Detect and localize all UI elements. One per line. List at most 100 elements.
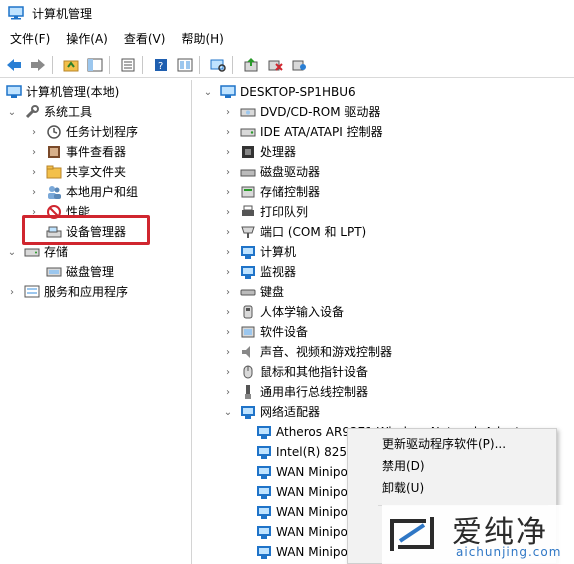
chevron-right-icon[interactable]: › (222, 126, 234, 138)
chevron-right-icon[interactable]: › (222, 286, 234, 298)
uninstall-device-icon[interactable] (289, 55, 309, 75)
event-viewer-icon (46, 144, 62, 160)
device-category[interactable]: › 鼠标和其他指针设备 (222, 362, 368, 382)
show-scope-icon[interactable] (175, 55, 195, 75)
network-adapter-item[interactable]: Intel(R) 8256 (256, 442, 355, 462)
users-icon (46, 184, 62, 200)
network-adapter-icon (240, 404, 256, 420)
port-icon (240, 224, 256, 240)
network-adapter-item[interactable]: WAN Minipo (256, 482, 348, 502)
device-category-label: 监视器 (260, 265, 297, 279)
computer-icon (240, 244, 256, 260)
chevron-right-icon[interactable]: › (222, 366, 234, 378)
device-category[interactable]: › 端口 (COM 和 LPT) (222, 222, 366, 242)
tree-item-task-scheduler[interactable]: › 任务计划程序 (28, 122, 138, 142)
chevron-right-icon[interactable]: › (222, 246, 234, 258)
tree-root-computer[interactable]: ⌄ DESKTOP-SP1HBU6 (202, 82, 356, 102)
chevron-down-icon[interactable]: ⌄ (222, 406, 234, 418)
device-category[interactable]: › 打印队列 (222, 202, 308, 222)
context-disable[interactable]: 禁用(D) (382, 455, 425, 477)
back-arrow-icon[interactable] (4, 55, 24, 75)
chevron-right-icon[interactable]: › (222, 166, 234, 178)
chevron-down-icon[interactable]: ⌄ (6, 246, 18, 258)
device-category[interactable]: › 磁盘驱动器 (222, 162, 320, 182)
forward-arrow-icon[interactable] (28, 55, 48, 75)
chevron-right-icon[interactable]: › (222, 346, 234, 358)
printer-icon (240, 204, 256, 220)
network-adapter-item[interactable]: WAN Minipo (256, 462, 348, 482)
dvd-drive-icon (240, 104, 256, 120)
tree-item-services-applications[interactable]: › 服务和应用程序 (6, 282, 128, 302)
tree-item-event-viewer[interactable]: › 事件查看器 (28, 142, 126, 162)
device-category-label: 存储控制器 (260, 185, 321, 199)
device-category[interactable]: › 计算机 (222, 242, 296, 262)
menu-help[interactable]: 帮助(H) (173, 28, 231, 50)
chevron-down-icon[interactable]: ⌄ (6, 106, 18, 118)
device-category[interactable]: › 处理器 (222, 142, 296, 162)
chevron-right-icon[interactable]: › (28, 166, 40, 178)
chevron-right-icon[interactable]: › (222, 266, 234, 278)
device-category[interactable]: › IDE ATA/ATAPI 控制器 (222, 122, 383, 142)
network-adapter-icon (256, 544, 272, 560)
watermark: 爱纯净 aichunjing.com (382, 505, 574, 564)
chevron-right-icon[interactable]: › (28, 186, 40, 198)
tree-item-label: 服务和应用程序 (44, 285, 129, 299)
device-category-network-adapters[interactable]: ⌄ 网络适配器 (222, 402, 320, 422)
computer-icon (220, 84, 236, 100)
chevron-right-icon[interactable]: › (222, 306, 234, 318)
device-category[interactable]: › DVD/CD-ROM 驱动器 (222, 102, 380, 122)
menu-action[interactable]: 操作(A) (58, 28, 116, 50)
chevron-right-icon[interactable]: › (222, 146, 234, 158)
network-adapter-item[interactable]: WAN Minipo (256, 542, 348, 562)
tree-item-system-tools[interactable]: ⌄ 系统工具 (6, 102, 92, 122)
chevron-right-icon[interactable]: › (222, 326, 234, 338)
help-icon[interactable]: ? (151, 55, 171, 75)
storage-controller-icon (240, 184, 256, 200)
up-folder-icon[interactable] (61, 55, 81, 75)
toolbar-separator (232, 55, 233, 74)
chevron-right-icon[interactable]: › (222, 386, 234, 398)
tree-item-storage[interactable]: ⌄ 存储 (6, 242, 68, 262)
menu-file[interactable]: 文件(F) (0, 28, 58, 50)
chevron-right-icon[interactable]: › (222, 106, 234, 118)
chevron-right-icon[interactable]: › (28, 126, 40, 138)
network-adapter-item[interactable]: WAN Minipo (256, 502, 348, 522)
device-category[interactable]: › 监视器 (222, 262, 296, 282)
context-uninstall[interactable]: 卸载(U) (382, 477, 424, 499)
network-adapter-label: WAN Minipo (276, 465, 348, 479)
chevron-right-icon[interactable]: › (222, 226, 234, 238)
chevron-down-icon[interactable]: ⌄ (202, 86, 214, 98)
device-category[interactable]: › 人体学输入设备 (222, 302, 344, 322)
shared-folder-icon (46, 164, 62, 180)
watermark-logo-icon (386, 511, 438, 557)
device-category[interactable]: › 软件设备 (222, 322, 308, 342)
disable-device-icon[interactable] (265, 55, 285, 75)
toolbar-separator (52, 55, 53, 74)
chevron-right-icon[interactable]: › (6, 286, 18, 298)
menu-view[interactable]: 查看(V) (116, 28, 174, 50)
tree-item-disk-management[interactable]: 磁盘管理 (46, 262, 114, 282)
title-bar: 计算机管理 (0, 0, 574, 26)
tree-item-shared-folders[interactable]: › 共享文件夹 (28, 162, 126, 182)
update-driver-icon[interactable] (241, 55, 261, 75)
chevron-right-icon[interactable]: › (28, 146, 40, 158)
computer-management-icon (8, 6, 24, 20)
tree-root-label: DESKTOP-SP1HBU6 (240, 85, 356, 99)
tree-item-label: 事件查看器 (66, 145, 127, 159)
network-adapter-label: WAN Minipo (276, 545, 348, 559)
device-category-label: 软件设备 (260, 325, 309, 339)
computer-management-icon (6, 84, 22, 100)
network-adapter-item[interactable]: WAN Minipo (256, 522, 348, 542)
properties-icon[interactable] (118, 55, 138, 75)
device-category[interactable]: › 存储控制器 (222, 182, 320, 202)
tree-item-local-users-groups[interactable]: › 本地用户和组 (28, 182, 138, 202)
device-category[interactable]: › 键盘 (222, 282, 284, 302)
chevron-right-icon[interactable]: › (222, 206, 234, 218)
chevron-right-icon[interactable]: › (222, 186, 234, 198)
show-hide-tree-icon[interactable] (85, 55, 105, 75)
scan-hardware-icon[interactable] (208, 55, 228, 75)
context-update-driver[interactable]: 更新驱动程序软件(P)... (382, 433, 506, 455)
device-category[interactable]: › 通用串行总线控制器 (222, 382, 368, 402)
tree-item-computer-management[interactable]: 计算机管理(本地) (6, 82, 119, 102)
device-category[interactable]: › 声音、视频和游戏控制器 (222, 342, 392, 362)
